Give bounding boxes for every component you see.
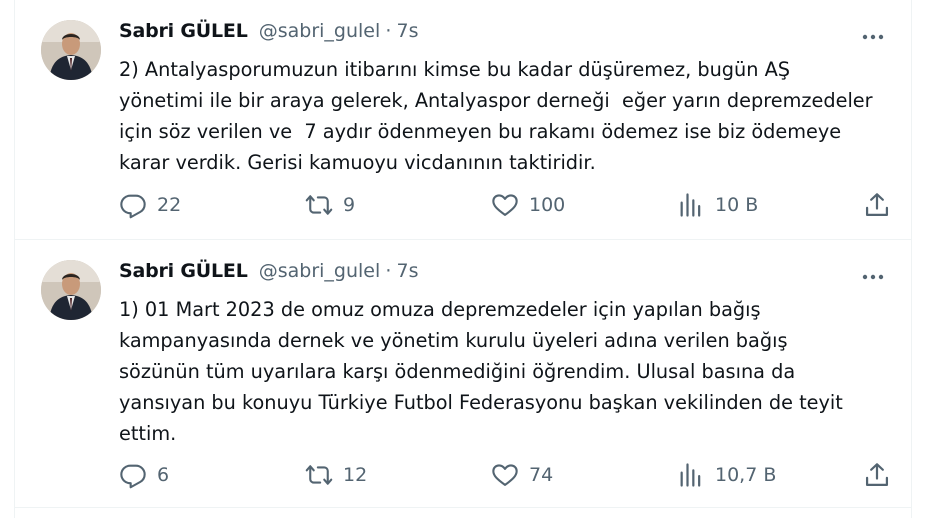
timestamp[interactable]: 7s	[397, 20, 419, 42]
share-button[interactable]	[863, 460, 891, 490]
more-icon[interactable]	[861, 268, 885, 280]
author-handle[interactable]: @sabri_gulel	[259, 260, 381, 282]
author-handle[interactable]: @sabri_gulel	[259, 20, 381, 42]
avatar[interactable]	[41, 20, 101, 80]
tweet-text: 2) Antalyasporumuzun itibarını kimse bu …	[119, 58, 873, 174]
timeline: Sabri GÜLEL @sabri_gulel · 7s 2) Antalya…	[14, 0, 912, 518]
separator: ·	[385, 260, 392, 282]
reply-button[interactable]: 6	[119, 460, 169, 490]
reply-icon	[120, 194, 146, 219]
retweet-button[interactable]: 9	[305, 190, 355, 220]
share-icon	[865, 193, 889, 217]
reply-count: 22	[157, 194, 182, 216]
avatar[interactable]	[41, 260, 101, 320]
author-name[interactable]: Sabri GÜLEL	[119, 260, 248, 282]
views-button[interactable]: 10,7 B	[677, 460, 776, 490]
reply-count: 6	[157, 464, 170, 486]
share-icon	[865, 463, 889, 487]
retweet-count: 9	[343, 194, 356, 216]
tweet-text: 1) 01 Mart 2023 de omuz omuza depremzede…	[119, 298, 843, 445]
like-count: 100	[529, 194, 566, 216]
share-button[interactable]	[863, 190, 891, 220]
author-name[interactable]: Sabri GÜLEL	[119, 20, 248, 42]
retweet-count: 12	[343, 464, 368, 486]
heart-icon	[492, 194, 518, 216]
timestamp[interactable]: 7s	[397, 260, 419, 282]
tweet-header: Sabri GÜLEL @sabri_gulel · 7s	[119, 20, 419, 48]
retweet-button[interactable]: 12	[305, 460, 367, 490]
like-button[interactable]: 100	[491, 190, 565, 220]
tweet-header: Sabri GÜLEL @sabri_gulel · 7s	[119, 260, 419, 288]
heart-icon	[492, 464, 518, 486]
views-icon	[680, 193, 701, 217]
reply-button[interactable]: 22	[119, 190, 181, 220]
tweet[interactable]: Sabri GÜLEL @sabri_gulel · 7s 2) Antalya…	[15, 0, 911, 240]
separator: ·	[385, 20, 392, 42]
retweet-icon	[305, 195, 333, 215]
retweet-icon	[305, 465, 333, 485]
action-bar: 6 12 74 10,7 B	[119, 460, 899, 490]
like-count: 74	[529, 464, 554, 486]
action-bar: 22 9 100 10 B	[119, 190, 899, 220]
like-button[interactable]: 74	[491, 460, 553, 490]
views-count: 10,7 B	[715, 464, 777, 486]
more-icon[interactable]	[861, 28, 885, 40]
reply-icon	[120, 464, 146, 489]
views-count: 10 B	[715, 194, 759, 216]
views-icon	[680, 463, 701, 487]
views-button[interactable]: 10 B	[677, 190, 758, 220]
tweet[interactable]: Sabri GÜLEL @sabri_gulel · 7s 1) 01 Mart…	[15, 240, 911, 508]
